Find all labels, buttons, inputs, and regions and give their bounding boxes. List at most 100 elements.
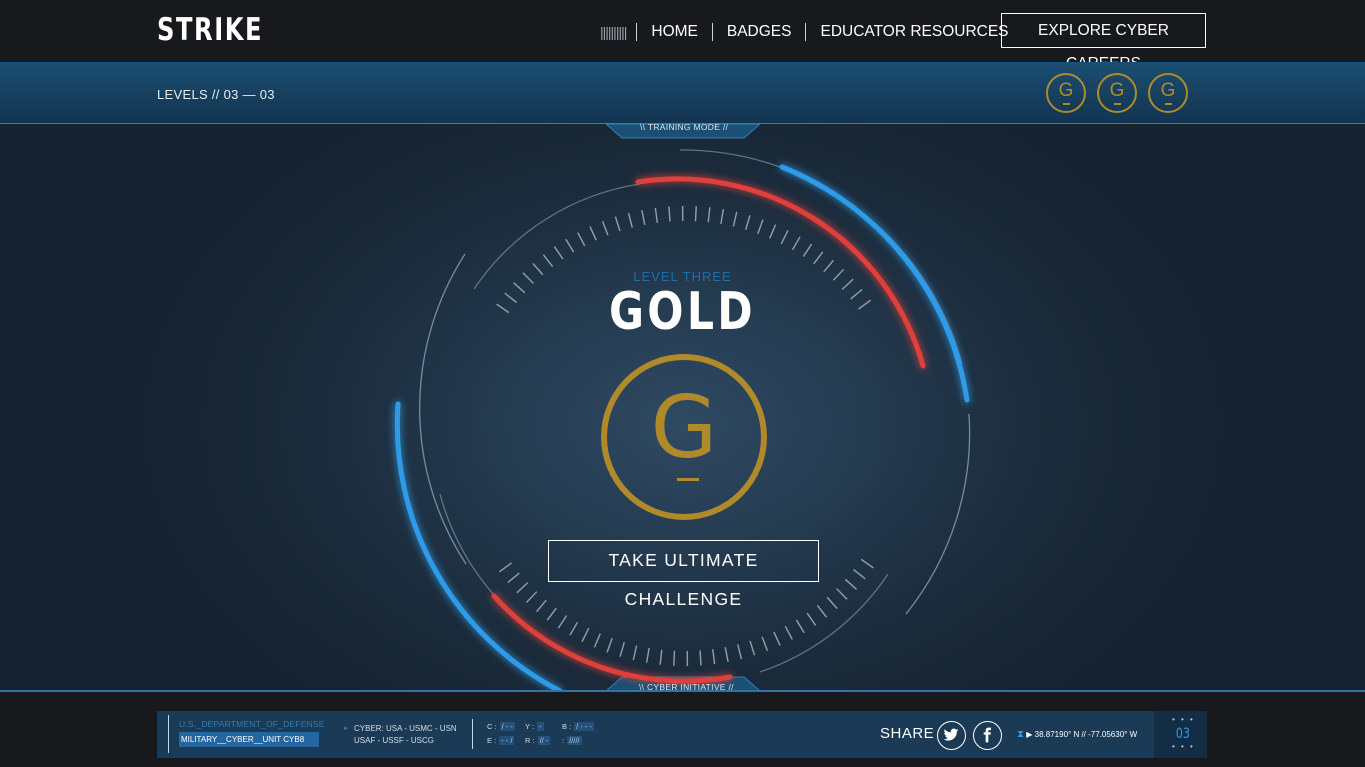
explore-cyber-careers-button[interactable]: EXPLORE CYBER CAREERS: [1001, 13, 1206, 72]
code-c: C : / - -: [487, 722, 515, 731]
tick-mark: [593, 633, 601, 648]
code-value: - - /: [499, 736, 515, 745]
code-key: :: [562, 736, 565, 745]
tick-mark: [844, 578, 857, 590]
badge-underline: [1114, 103, 1121, 105]
tick-mark: [645, 647, 650, 663]
tick-mark: [737, 644, 743, 660]
tick-mark: [711, 649, 716, 665]
hourglass-icon: ⧗: [1017, 729, 1025, 740]
tick-mark: [577, 232, 586, 247]
department-block: U.S._DEPARTMENT_OF_DEFENSE MILITARY__CYB…: [168, 715, 325, 753]
coordinates-text: 38.87190° N // -77.05630° W: [1034, 730, 1138, 739]
tick-mark: [507, 572, 520, 584]
level-stage: \\ TRAINING MODE // \\ CYBER INITIATIVE …: [0, 122, 1365, 692]
badge-letter: G: [1109, 80, 1125, 101]
badge-letter: G: [1058, 80, 1074, 101]
code-value: / - -: [499, 722, 515, 731]
tick-mark: [553, 246, 564, 260]
tick-mark: [853, 568, 866, 580]
code-value: / - - -: [574, 722, 594, 731]
footer-separator: [472, 719, 473, 749]
tick-mark: [724, 647, 729, 663]
footer-bar: U.S._DEPARTMENT_OF_DEFENSE MILITARY__CYB…: [157, 711, 1207, 758]
tick-mark: [668, 206, 671, 222]
code-value: /////: [567, 736, 582, 745]
level-title: GOLD: [609, 282, 756, 342]
code-value: -: [537, 722, 544, 731]
tick-mark: [802, 243, 813, 257]
code-key: C :: [487, 722, 497, 731]
tick-mark: [749, 640, 756, 656]
level-badge-3-icon[interactable]: G: [1148, 73, 1188, 113]
gold-badge-letter: G: [650, 378, 718, 478]
tick-mark: [795, 619, 805, 634]
tick-mark: [627, 212, 633, 228]
level-number: 03: [1175, 726, 1191, 742]
tick-mark: [694, 206, 697, 222]
main-nav: |||||||||| HOME BADGES EDUCATOR RESOURCE…: [600, 14, 1023, 50]
facebook-icon[interactable]: [973, 721, 1002, 750]
tick-mark: [516, 582, 529, 594]
code-y: Y :-: [525, 722, 544, 731]
tick-mark: [601, 221, 609, 236]
tick-mark: [654, 207, 659, 223]
inner-bottom-right-arc: [759, 573, 889, 673]
top-nav-bar: STRIKE |||||||||| HOME BADGES EDUCATOR R…: [0, 0, 1365, 72]
right-thin-arc: [905, 413, 971, 615]
bullet-icon: ►: [343, 726, 349, 732]
tick-mark: [619, 642, 625, 657]
tick-mark: [606, 638, 613, 653]
tick-mark: [659, 649, 663, 665]
tick-mark: [569, 621, 579, 636]
tick-mark: [780, 230, 789, 245]
tick-mark: [745, 215, 751, 230]
code-e: E :- - /: [487, 736, 515, 745]
nav-badges[interactable]: BADGES: [713, 23, 807, 41]
gold-badge-icon: G: [601, 354, 767, 520]
nav-educator-resources[interactable]: EDUCATOR RESOURCES: [806, 23, 1022, 41]
dots-top: • • •: [1172, 715, 1195, 724]
twitter-glyph: [943, 728, 959, 741]
tick-mark: [769, 224, 777, 239]
tick-mark: [826, 596, 838, 609]
footer-divider: [0, 690, 1365, 692]
tick-mark: [581, 627, 590, 642]
code-key: Y :: [525, 722, 535, 731]
levels-indicator: LEVELS // 03 — 03: [157, 87, 275, 102]
tick-mark: [589, 226, 597, 241]
tick-mark: [707, 207, 711, 223]
tick-mark: [806, 612, 817, 626]
level-badge-2-icon[interactable]: G: [1097, 73, 1137, 113]
nav-home[interactable]: HOME: [637, 23, 713, 41]
level-number-block: • • • 03 • • •: [1154, 711, 1207, 758]
tick-mark: [773, 631, 781, 646]
badge-letter: G: [1160, 80, 1176, 101]
training-mode-label: \\ TRAINING MODE //: [640, 122, 729, 132]
code-value: // -: [537, 736, 551, 745]
tick-mark: [816, 604, 828, 618]
tick-mark: [784, 625, 793, 640]
code-r: R :// -: [525, 736, 551, 745]
level-badge-1-icon[interactable]: G: [1046, 73, 1086, 113]
tick-mark: [498, 562, 512, 573]
tick-mark: [813, 251, 824, 265]
tick-mark: [699, 650, 702, 666]
inner-bottom-arc: [439, 493, 621, 673]
code-key: B :: [562, 722, 572, 731]
facebook-glyph: [983, 727, 991, 743]
unit-line: MILITARY__CYBER__UNIT CYB8: [179, 732, 319, 747]
take-ultimate-challenge-button[interactable]: TAKE ULTIMATE CHALLENGE: [548, 540, 819, 609]
tick-mark: [536, 599, 547, 613]
badge-underline: [1165, 103, 1172, 105]
tick-mark: [542, 254, 554, 268]
levels-bar: LEVELS // 03 — 03 G G G: [0, 62, 1365, 124]
dots-bottom: • • •: [1172, 742, 1195, 751]
tick-mark: [525, 591, 538, 604]
coordinates: ⧗ ▶ 38.87190° N // -77.05630° W: [1017, 729, 1137, 740]
tick-mark: [546, 607, 557, 621]
twitter-icon[interactable]: [937, 721, 966, 750]
code-b: B : / - - -: [562, 722, 594, 731]
strike-logo[interactable]: STRIKE: [157, 12, 263, 48]
tick-mark: [860, 558, 874, 569]
